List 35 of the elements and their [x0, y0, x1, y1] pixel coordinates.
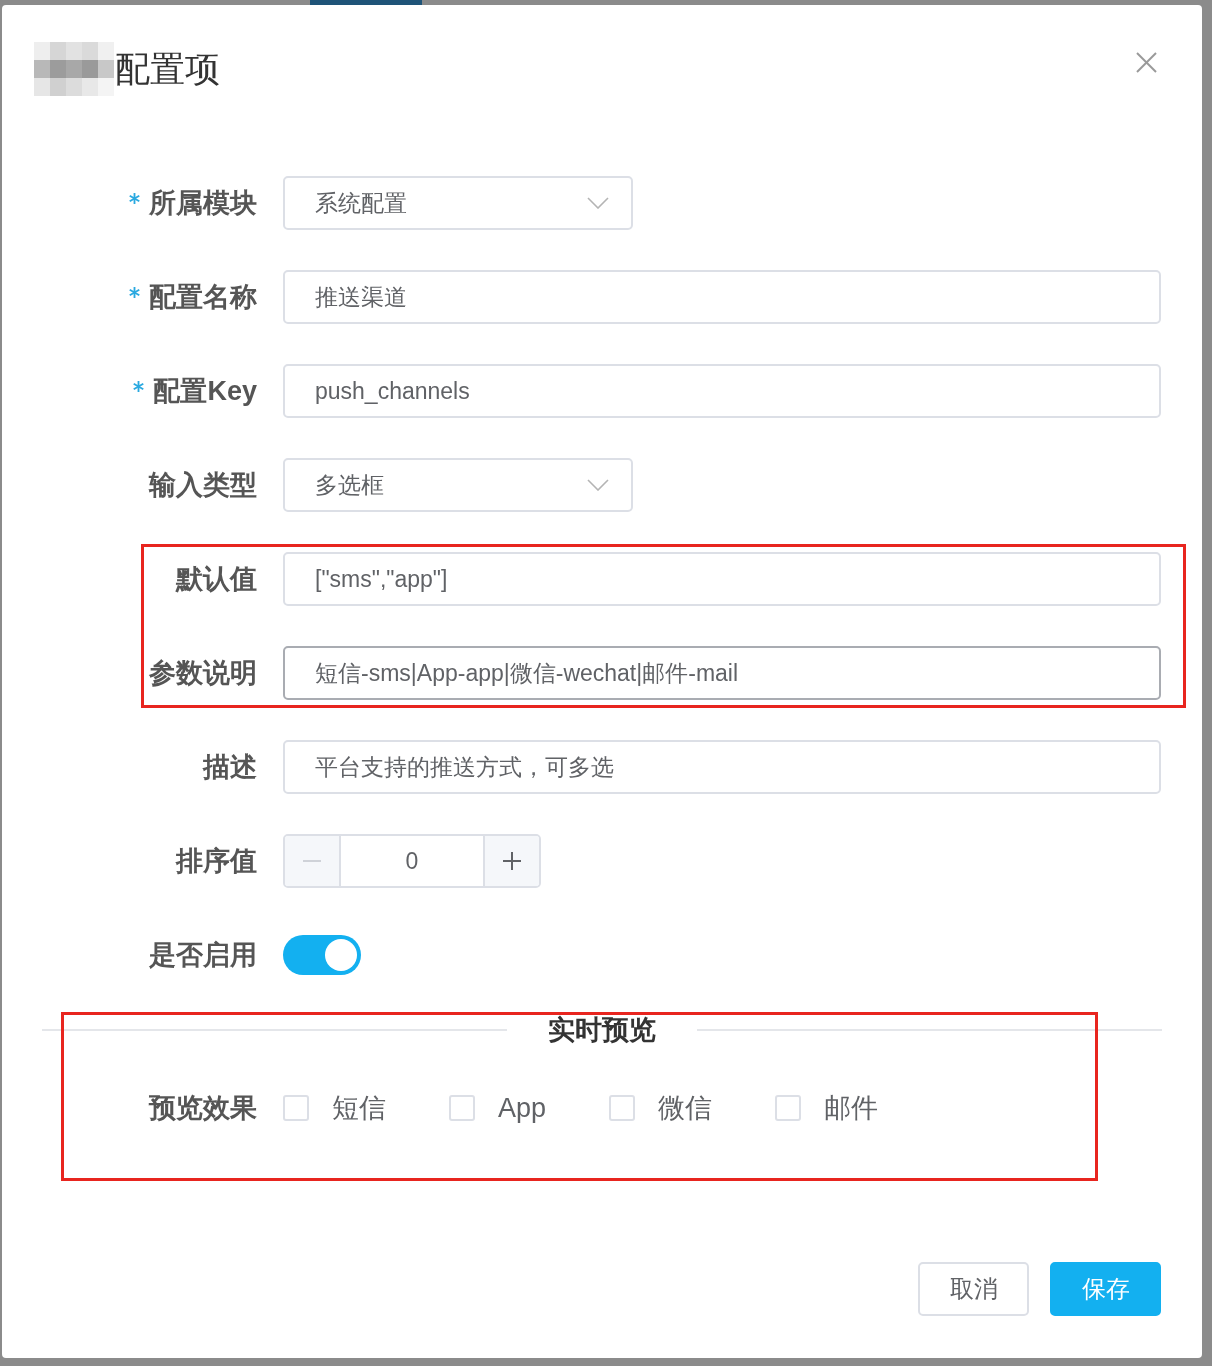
- field-label: 是否启用: [149, 939, 257, 972]
- field-label: 所属模块: [149, 187, 257, 220]
- dialog-title: 配置项: [115, 48, 220, 90]
- text-field[interactable]: push_channels: [283, 364, 1161, 418]
- checkbox[interactable]: [449, 1095, 475, 1121]
- field-label: 描述: [203, 751, 257, 784]
- checkbox[interactable]: [775, 1095, 802, 1121]
- field-label: 参数说明: [149, 657, 257, 690]
- checkbox-label[interactable]: App: [498, 1091, 547, 1125]
- close-icon[interactable]: [1136, 52, 1157, 73]
- increment-button[interactable]: [483, 836, 539, 886]
- checkbox-label[interactable]: 微信: [658, 1091, 713, 1125]
- number-field[interactable]: 0: [341, 836, 483, 886]
- plus-icon: [503, 852, 521, 870]
- decrement-button[interactable]: [285, 836, 341, 886]
- text-field[interactable]: 平台支持的推送方式，可多选: [283, 740, 1161, 794]
- toggle-switch[interactable]: [283, 935, 361, 975]
- text-field[interactable]: 推送渠道: [283, 270, 1161, 324]
- field-label: 输入类型: [149, 469, 257, 502]
- field-label: 配置Key: [153, 375, 257, 408]
- field-label: 预览效果: [149, 1092, 257, 1125]
- cancel-button[interactable]: 取消: [918, 1262, 1029, 1316]
- text-field[interactable]: ["sms","app"]: [283, 552, 1161, 606]
- chevron-down-icon: [587, 479, 609, 491]
- field-label: 默认值: [176, 563, 257, 596]
- text-field[interactable]: 短信-sms|App-app|微信-wechat|邮件-mail: [283, 646, 1161, 700]
- field-label: 排序值: [176, 845, 257, 878]
- field-label: 配置名称: [149, 281, 257, 314]
- checkbox[interactable]: [283, 1095, 309, 1121]
- checkbox-label[interactable]: 邮件: [824, 1091, 879, 1125]
- chevron-down-icon: [587, 197, 609, 209]
- select-field[interactable]: 多选框: [283, 458, 633, 512]
- select-field[interactable]: 系统配置: [283, 176, 633, 230]
- checkbox-label[interactable]: 短信: [332, 1091, 386, 1125]
- checkbox[interactable]: [609, 1095, 636, 1121]
